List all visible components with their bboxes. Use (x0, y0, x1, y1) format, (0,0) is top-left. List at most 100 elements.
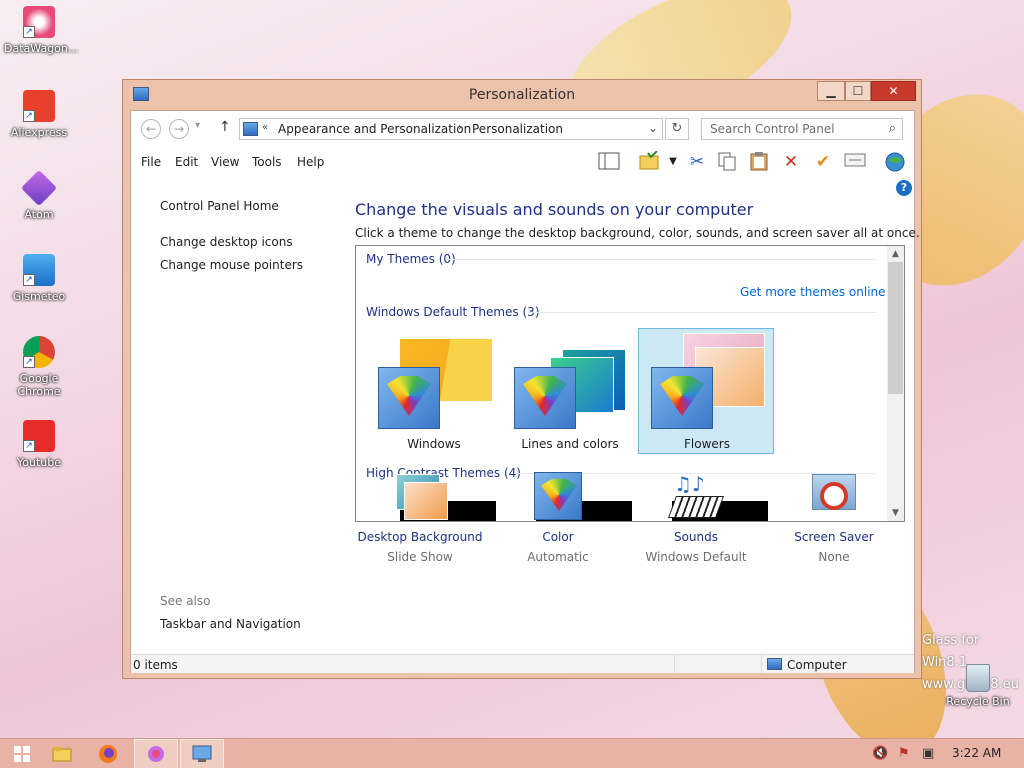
left-pane: Control Panel Home Change desktop icons … (131, 176, 346, 654)
page-title: Change the visuals and sounds on your co… (355, 200, 754, 219)
status-divider (674, 655, 675, 673)
youtube-icon: ↗ (23, 420, 55, 452)
menu-help[interactable]: Help (297, 155, 324, 169)
title-bar[interactable]: Personalization ▁ ☐ ✕ (123, 80, 921, 110)
globe-icon[interactable] (883, 151, 907, 173)
desktop-background-value: Slide Show (387, 550, 453, 564)
gismeteo-icon: ↗ (23, 254, 55, 286)
maximize-button[interactable]: ☐ (845, 81, 871, 101)
theme-label: Flowers (684, 437, 730, 451)
desktop-background-label[interactable]: Desktop Background (345, 530, 495, 544)
minimize-button[interactable]: ▁ (817, 81, 845, 101)
taskbar-and-navigation-link[interactable]: Taskbar and Navigation (160, 617, 301, 631)
desktop-icon-google-chrome[interactable]: ↗ Google Chrome (4, 336, 74, 398)
desktop-icon-gismeteo[interactable]: ↗ Gismeteo (4, 254, 74, 303)
menu-edit[interactable]: Edit (175, 155, 198, 169)
music-note-icon: ♫♪ (674, 472, 705, 496)
control-panel-home-link[interactable]: Control Panel Home (160, 199, 279, 213)
color-value: Automatic (527, 550, 589, 564)
control-panel-taskbar-icon[interactable] (180, 739, 224, 768)
palette-fan (387, 376, 431, 416)
sounds-label[interactable]: Sounds (621, 530, 771, 544)
color-item[interactable]: Color Automatic (483, 472, 633, 564)
group-my-themes: My Themes (0) (366, 252, 456, 266)
menu-tools[interactable]: Tools (252, 155, 282, 169)
desktop-background-item[interactable]: Desktop Background Slide Show (345, 472, 495, 564)
flag-icon[interactable]: ⚑ (898, 746, 910, 761)
search-icon: ⌕ (888, 121, 896, 136)
scroll-up-icon[interactable]: ▲ (887, 246, 904, 262)
refresh-button[interactable]: ↻ (665, 118, 689, 140)
desktop-icon-recycle-bin[interactable]: Recycle Bin (940, 664, 1016, 708)
speaker-muted-icon[interactable]: 🔇 (872, 746, 888, 761)
screen-saver-item[interactable]: Screen Saver None (759, 472, 909, 564)
menu-file[interactable]: File (141, 155, 161, 169)
dropdown-icon[interactable]: ▼ (661, 151, 685, 173)
color-palette-icon (528, 472, 588, 522)
network-icon[interactable]: ▣ (922, 746, 934, 761)
color-palette-icon (378, 367, 440, 429)
address-dropdown-icon[interactable]: ⌄ (648, 121, 658, 135)
scroll-thumb[interactable] (888, 262, 903, 394)
keyboard-icon (667, 496, 725, 518)
no-symbol-icon (820, 482, 848, 510)
desktop-icon-youtube[interactable]: ↗ Youtube (4, 420, 74, 469)
breadcrumb-personalization[interactable]: Personalization (472, 122, 563, 136)
firefox-icon[interactable] (86, 739, 130, 768)
copy-icon[interactable] (715, 151, 739, 173)
delete-icon[interactable]: ✕ (779, 151, 803, 173)
chrome-icon: ↗ (23, 336, 55, 368)
layout-icon[interactable] (597, 151, 621, 173)
recent-locations-icon[interactable]: ▾ (195, 120, 200, 131)
change-desktop-icons-link[interactable]: Change desktop icons (160, 235, 293, 249)
sounds-item[interactable]: ♫♪ Sounds Windows Default (621, 472, 771, 564)
theme-lines-and-colors[interactable]: Lines and colors (502, 329, 638, 455)
page-subtitle: Click a theme to change the desktop back… (355, 226, 920, 240)
group-divider (448, 259, 876, 260)
theme-flowers[interactable]: Flowers (638, 328, 774, 454)
cut-icon[interactable]: ✂ (685, 151, 709, 173)
paste-icon[interactable] (747, 151, 771, 173)
address-prefix: « (262, 122, 269, 133)
screen-saver-label[interactable]: Screen Saver (759, 530, 909, 544)
menu-bar: File Edit View Tools Help ▼ ✂ ✕ ✔ (131, 146, 914, 176)
desktop-icon-label: Aliexpress (10, 126, 68, 139)
datawagon-icon: ↗ (23, 6, 55, 38)
file-explorer-icon[interactable] (40, 739, 84, 768)
up-button[interactable]: ↑ (219, 119, 231, 135)
screen-saver-value: None (818, 550, 850, 564)
group-windows-default-themes: Windows Default Themes (3) (366, 305, 540, 319)
start-button[interactable] (0, 739, 44, 768)
get-more-themes-link[interactable]: Get more themes online (740, 285, 886, 299)
forward-button[interactable]: → (169, 119, 189, 139)
main-pane: Change the visuals and sounds on your co… (353, 176, 920, 654)
aliexpress-icon: ↗ (23, 90, 55, 122)
menu-view[interactable]: View (211, 155, 239, 169)
sounds-value: Windows Default (645, 550, 747, 564)
change-mouse-pointers-link[interactable]: Change mouse pointers (160, 258, 303, 272)
address-bar[interactable]: « Appearance and Personalization › Perso… (239, 118, 663, 140)
check-icon[interactable]: ✔ (811, 151, 835, 173)
search-input[interactable]: Search Control Panel ⌕ (701, 118, 903, 140)
color-label[interactable]: Color (483, 530, 633, 544)
sounds-icon: ♫♪ (666, 472, 726, 522)
close-button[interactable]: ✕ (871, 81, 916, 101)
status-divider (761, 655, 762, 673)
taskbar: 🔇 ⚑ ▣ 3:22 AM (0, 738, 1024, 768)
breadcrumb-appearance-and-personalization[interactable]: Appearance and Personalization (278, 122, 471, 136)
status-bar: 0 items Computer (131, 654, 914, 673)
folder-options-icon[interactable] (637, 150, 661, 173)
theme-windows[interactable]: Windows (366, 329, 502, 455)
desktop-icon-aliexpress[interactable]: ↗ Aliexpress (4, 90, 74, 139)
properties-icon[interactable] (843, 151, 867, 173)
search-placeholder: Search Control Panel (710, 122, 835, 136)
desktop-icon-atom[interactable]: Atom (4, 169, 74, 221)
back-button[interactable]: ← (141, 119, 161, 139)
desktop-icon-label: DataWagon... (4, 42, 79, 55)
atom-taskbar-icon[interactable] (134, 739, 178, 768)
help-icon[interactable]: ? (896, 180, 912, 196)
status-item-count: 0 items (133, 658, 178, 672)
desktop-icon-datawagon[interactable]: ↗ DataWagon... (4, 6, 78, 55)
clock[interactable]: 3:22 AM (952, 746, 1001, 760)
navigation-bar: ← → ▾ ↑ « Appearance and Personalization… (131, 111, 914, 146)
